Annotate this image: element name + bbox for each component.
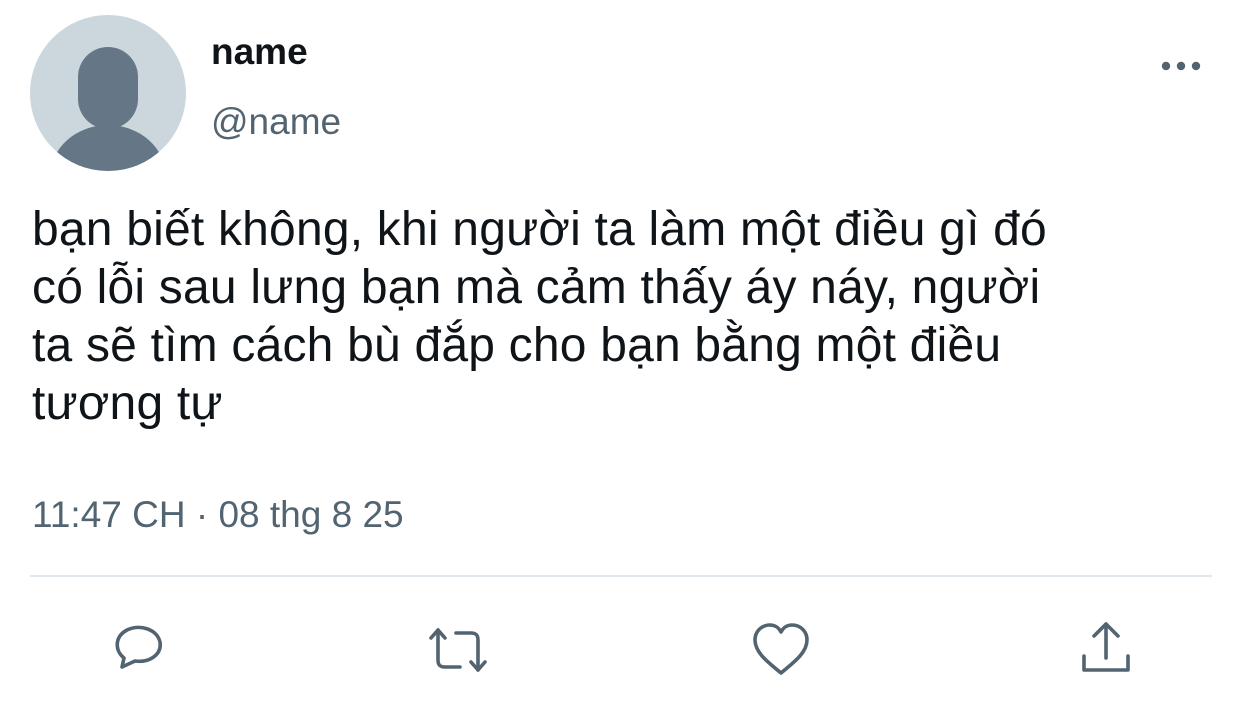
author-display-name[interactable]: name bbox=[211, 30, 308, 74]
avatar[interactable] bbox=[30, 15, 186, 171]
tweet-timestamp[interactable]: 11:47 CH · 08 thg 8 25 bbox=[32, 492, 404, 538]
default-avatar-icon bbox=[50, 47, 166, 171]
more-options-icon bbox=[1161, 61, 1201, 71]
heart-icon bbox=[753, 623, 809, 675]
reply-icon bbox=[115, 625, 162, 669]
share-button[interactable] bbox=[1074, 618, 1138, 682]
meta-separator: · bbox=[195, 494, 209, 535]
tweet-date: 08 thg 8 25 bbox=[218, 494, 404, 535]
tweet-time: 11:47 CH bbox=[32, 494, 186, 535]
author-handle[interactable]: @name bbox=[211, 100, 341, 144]
retweet-button[interactable] bbox=[426, 618, 490, 682]
more-options-button[interactable] bbox=[1156, 52, 1206, 80]
divider bbox=[30, 575, 1212, 577]
share-icon bbox=[1082, 622, 1130, 672]
retweet-icon bbox=[429, 628, 487, 672]
like-button[interactable] bbox=[749, 618, 813, 682]
tweet-text: bạn biết không, khi người ta làm một điề… bbox=[32, 203, 1047, 430]
reply-button[interactable] bbox=[104, 618, 168, 682]
